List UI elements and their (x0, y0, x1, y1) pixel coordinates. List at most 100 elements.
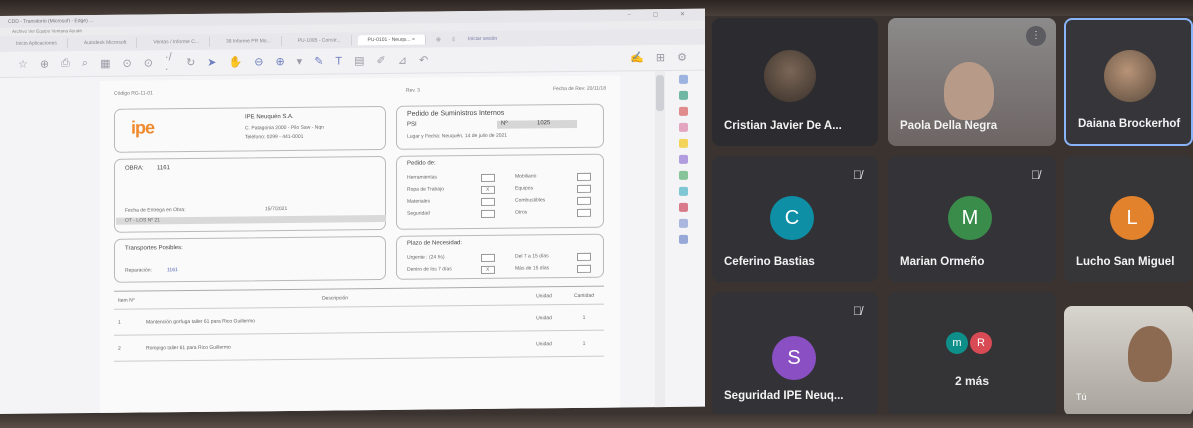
plazo-box: Plazo de Necesidad: Urgente : (24 hs) De… (396, 233, 604, 280)
row-1-qty: 1 (582, 314, 586, 321)
participant-name: Paola Della Negra (900, 120, 998, 132)
up-icon[interactable]: ⊙ (122, 57, 131, 70)
rotate-icon[interactable]: ↻ (186, 56, 195, 69)
item-seguridad: Seguridad (407, 210, 430, 217)
shield-tool-icon[interactable] (678, 218, 688, 228)
participant-name: Seguridad IPE Neuq... (724, 390, 844, 402)
comment-tool-icon[interactable] (678, 138, 688, 148)
fill-sign-tool-icon[interactable] (678, 202, 688, 212)
search-tool-icon[interactable] (678, 74, 688, 84)
participant-tile-more[interactable]: m R 2 más (888, 292, 1056, 416)
stamp-icon[interactable]: ⊿ (398, 54, 407, 67)
participant-tile-self[interactable]: Tú (1064, 306, 1193, 416)
participant-name: Cristian Javier De A... (724, 120, 842, 132)
checkbox-herramientas (481, 173, 495, 182)
row-1-item: 1 (118, 319, 121, 326)
grid-icon[interactable]: ▦ (100, 57, 110, 70)
comment-icon[interactable]: ▤ (354, 54, 364, 67)
plazo-urgent: Urgente : (24 hs) (407, 254, 445, 261)
tab-2[interactable]: Autodesk Microsoft (73, 37, 138, 49)
participant-tile-marian[interactable]: 🎙̸ M Marian Ormeño (888, 156, 1056, 282)
more-options-icon[interactable]: ⋮ (1026, 26, 1046, 46)
scroll-thumb[interactable] (656, 75, 664, 112)
create-tool-icon[interactable] (678, 122, 688, 132)
shared-screen: CDD - Transitorio (Microsoft - Edge) ...… (0, 8, 705, 415)
export-tool-icon[interactable] (678, 106, 688, 116)
tab-5[interactable]: PU-1095 - Constr... (287, 35, 352, 46)
mini-avatar-r: R (970, 332, 992, 354)
mini-avatar-m: m (946, 332, 968, 354)
tab-3[interactable]: Ventas / Informe C... (143, 36, 210, 48)
window-controls[interactable]: – ▢ ✕ (628, 11, 695, 19)
tab-1[interactable]: Inicio Aplicaciones (6, 38, 68, 49)
checkbox-urgent (481, 253, 495, 262)
avatar-initial: C (784, 206, 800, 229)
header-description: Descripción (321, 294, 349, 302)
more-participants-label: 2 más (954, 374, 990, 388)
table-row: 2 Rompigo taller 61 para Rico Guillermo … (114, 330, 604, 362)
delivery-value: 15/7/2021 (265, 205, 288, 213)
header-quantity: Cantidad (573, 292, 594, 299)
tab-close-icon[interactable]: × (412, 37, 415, 43)
pedido-de-title: Pedido de: (407, 160, 436, 167)
checkbox-seguridad (481, 209, 495, 218)
participant-tile-daiana[interactable]: Daiana Brockerhof (1064, 18, 1193, 146)
login-button[interactable]: Iniciar sesión (468, 36, 497, 42)
tab-6-active[interactable]: PU-0101 - Neuqu... × (357, 34, 426, 46)
home-icon[interactable]: ☆ (18, 58, 28, 71)
document-revision: Rev. 3 (405, 87, 420, 94)
zoom-select-icon[interactable]: ▾ (297, 55, 303, 68)
header-unit: Unidad (536, 292, 552, 299)
undo-icon[interactable]: ↶ (419, 54, 428, 67)
tab-4[interactable]: 38 Informe PR Mo... (215, 36, 282, 47)
checkbox-otros (577, 208, 591, 217)
transport-title: Transportes Posibles: (125, 245, 183, 252)
new-tab-icon[interactable]: ⊕ (436, 36, 441, 43)
tools-icon[interactable]: ⚙ (677, 51, 687, 64)
obra-value: 1161 (157, 165, 170, 172)
vertical-scrollbar[interactable] (655, 71, 665, 412)
hand-icon[interactable]: ✋ (229, 55, 243, 68)
fit-icon[interactable]: ⊞ (656, 51, 665, 64)
zoom-out-icon[interactable]: ⊖ (254, 55, 263, 68)
checkbox-ropa-mark: X (486, 186, 490, 193)
participant-name: Tú (1076, 392, 1087, 402)
draw-icon[interactable]: ✐ (377, 54, 386, 67)
item-combustibles: Combustibles (515, 197, 546, 204)
page-counter-icon[interactable]: ·/· (165, 51, 174, 75)
avatar-m: M (948, 196, 992, 240)
protect-tool-icon[interactable] (678, 186, 688, 196)
checkbox-within-7: X (481, 265, 495, 274)
participant-tile-seguridad[interactable]: 🎙̸ S Seguridad IPE Neuq... (712, 292, 878, 416)
print-icon[interactable]: ⎙ (61, 57, 70, 70)
sign-icon[interactable]: ✍ (630, 51, 644, 64)
pdf-page: Código RG-11-01 Rev. 3 Fecha de Rev: 20/… (100, 75, 620, 415)
compress-tool-icon[interactable] (678, 170, 688, 180)
avatar-l: L (1110, 196, 1154, 240)
search-icon[interactable]: ⌕ (82, 57, 88, 70)
participant-tile-ceferino[interactable]: 🎙̸ C Ceferino Bastias (712, 156, 878, 282)
item-mobiliario: Mobiliario (515, 173, 537, 180)
zoom-in-icon[interactable]: ⊕ (275, 55, 284, 68)
avatar-initial: L (1126, 206, 1138, 229)
more-tools-icon[interactable] (678, 234, 688, 244)
text-icon[interactable]: T (335, 55, 342, 67)
down-icon[interactable]: ⊙ (144, 56, 153, 69)
participant-tile-cristian[interactable]: Cristian Javier De A... (712, 18, 878, 146)
organize-tool-icon[interactable] (678, 154, 688, 164)
save-icon[interactable]: ⊕ (40, 57, 49, 70)
plazo-between: Del 7 a 15 días (515, 253, 549, 260)
checkbox-within-7-mark: X (486, 266, 490, 273)
tab-6-label: PU-0101 - Neuqu... (367, 36, 411, 44)
participant-tile-paola[interactable]: ⋮ Paola Della Negra (888, 18, 1056, 146)
plazo-within-7: Dentro de los 7 días (407, 266, 452, 273)
share-icon[interactable]: ⇩ (451, 36, 456, 43)
pedido-number-label: Nº (501, 120, 508, 127)
company-box: ipe IPE Neuquén S.A. C. Patagonia 2000 -… (114, 105, 386, 153)
cursor-icon[interactable]: ➤ (207, 56, 216, 69)
window-title: CDD - Transitorio (Microsoft - Edge) ... (8, 18, 94, 25)
edit-tool-icon[interactable] (678, 90, 688, 100)
avatar (764, 50, 816, 102)
highlight-icon[interactable]: ✎ (314, 55, 323, 68)
participant-tile-lucho[interactable]: L Lucho San Miguel (1064, 156, 1193, 282)
